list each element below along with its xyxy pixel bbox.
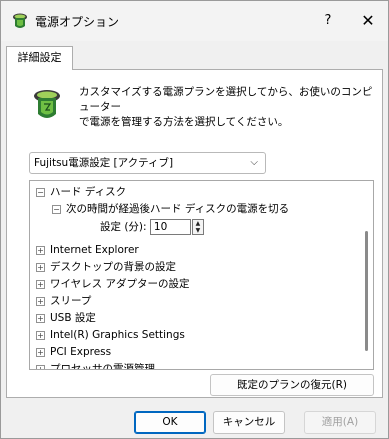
expand-icon[interactable]: + xyxy=(36,279,45,289)
power-plan-select-value: Fujitsu電源設定 [アクティブ] xyxy=(34,157,174,169)
description-line-1: カスタマイズする電源プランを選択してから、お使いのコンピューター xyxy=(79,86,373,113)
minutes-spinner[interactable]: ▲ ▼ xyxy=(191,219,204,235)
tree-item[interactable]: + Intel(R) Graphics Settings xyxy=(36,327,185,344)
expand-icon[interactable]: + xyxy=(36,313,45,323)
minutes-input[interactable]: 10 xyxy=(149,219,191,235)
tree-item-label: スリープ xyxy=(50,295,92,307)
title-bar: 電源オプション ? ✕ xyxy=(1,1,388,41)
tree-item-label: デスクトップの背景の設定 xyxy=(50,261,176,273)
setting-label: 設定 (分): xyxy=(100,221,147,233)
tree-item-hard-disk[interactable]: − ハード ディスク xyxy=(36,184,126,201)
spin-up-icon[interactable]: ▲ xyxy=(193,220,203,227)
collapse-icon[interactable]: − xyxy=(36,187,45,197)
scrollbar-thumb[interactable] xyxy=(365,231,368,351)
power-options-window: 電源オプション ? ✕ 詳細設定 カスタマイズする電源プランを選択してから、お使… xyxy=(0,0,389,439)
settings-panel: カスタマイズする電源プランを選択してから、お使いのコンピューター で電源を管理す… xyxy=(6,69,383,398)
tree-item[interactable]: + スリープ xyxy=(36,293,91,310)
expand-icon[interactable]: + xyxy=(36,296,45,306)
ok-button[interactable]: OK xyxy=(134,411,206,434)
power-plan-icon xyxy=(13,13,27,28)
tree-item-label: PCI Express xyxy=(50,346,112,358)
collapse-icon[interactable]: − xyxy=(52,204,61,214)
tree-item[interactable]: + ワイヤレス アダプターの設定 xyxy=(36,276,190,293)
spin-down-icon[interactable]: ▼ xyxy=(193,227,203,234)
chevron-down-icon: ⌵ xyxy=(250,157,258,168)
power-plan-icon xyxy=(34,90,60,118)
tree-item[interactable]: + プロセッサの電源管理 xyxy=(36,361,155,370)
close-button[interactable]: ✕ xyxy=(356,9,380,33)
power-plan-select[interactable]: Fujitsu電源設定 [アクティブ] ⌵ xyxy=(29,152,266,174)
tree-item-label: Intel(R) Graphics Settings xyxy=(50,329,185,341)
tree-item-label: Internet Explorer xyxy=(50,244,139,256)
restore-defaults-button[interactable]: 既定のプランの復元(R) xyxy=(210,374,374,396)
apply-button[interactable]: 適用(A) xyxy=(304,411,376,434)
cancel-button[interactable]: キャンセル xyxy=(213,411,285,434)
tree-item[interactable]: + デスクトップの背景の設定 xyxy=(36,259,176,276)
description-text: カスタマイズする電源プランを選択してから、お使いのコンピューター で電源を管理す… xyxy=(79,85,374,130)
expand-icon[interactable]: + xyxy=(36,347,45,357)
tree-item[interactable]: + USB 設定 xyxy=(36,310,96,327)
expand-icon[interactable]: + xyxy=(36,262,45,272)
window-title: 電源オプション xyxy=(35,15,120,29)
tree-item-label: 次の時間が経過後ハード ディスクの電源を切る xyxy=(66,203,290,215)
tree-item-label: プロセッサの電源管理 xyxy=(50,363,155,370)
expand-icon[interactable]: + xyxy=(36,364,45,369)
tree-item-setting: 設定 (分): 10 ▲ ▼ xyxy=(100,219,204,239)
tree-item-label: USB 設定 xyxy=(50,312,96,324)
settings-tree[interactable]: − ハード ディスク − 次の時間が経過後ハード ディスクの電源を切る 設定 (分)… xyxy=(29,180,374,370)
expand-icon[interactable]: + xyxy=(36,245,45,255)
tree-item-label: ワイヤレス アダプターの設定 xyxy=(50,278,190,290)
tree-item-turn-off-hard-disk[interactable]: − 次の時間が経過後ハード ディスクの電源を切る xyxy=(52,201,289,218)
tree-item[interactable]: + PCI Express xyxy=(36,344,111,361)
description-line-2: で電源を管理する方法を選択してください。 xyxy=(79,116,289,128)
tree-item-label: ハード ディスク xyxy=(50,186,127,198)
tab-advanced-settings[interactable]: 詳細設定 xyxy=(6,46,73,70)
help-button[interactable]: ? xyxy=(317,9,339,33)
expand-icon[interactable]: + xyxy=(36,330,45,340)
tree-item[interactable]: + Internet Explorer xyxy=(36,242,139,259)
